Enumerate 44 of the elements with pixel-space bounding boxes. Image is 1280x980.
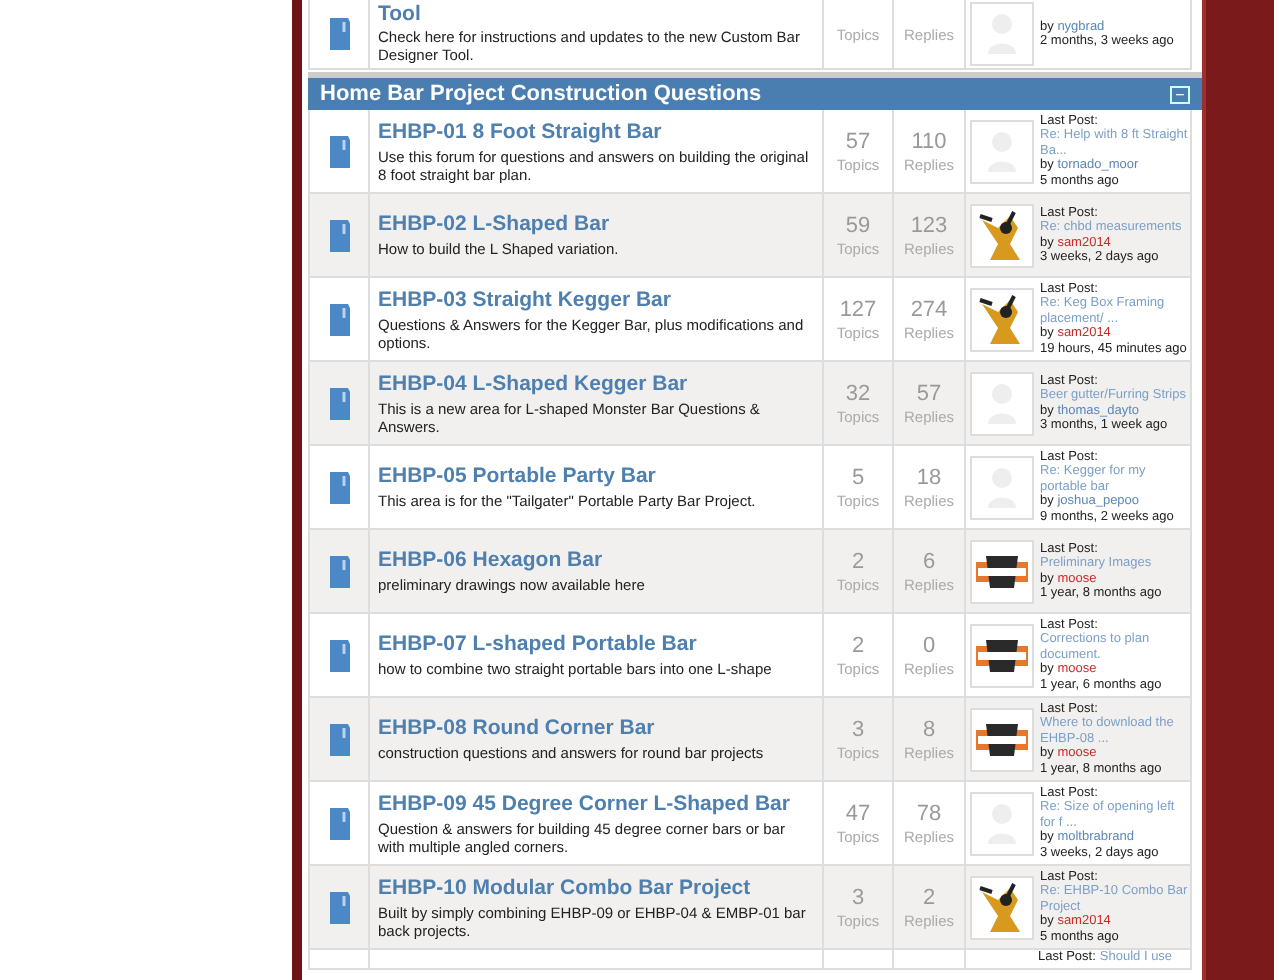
forum-title-link[interactable]: EHBP-02 L-Shaped Bar	[378, 212, 814, 236]
topics-count: 3	[851, 885, 865, 911]
forum-icon	[327, 469, 351, 505]
forum-icon	[327, 553, 351, 589]
replies-count: 6	[922, 549, 936, 575]
replies-count: 110	[911, 129, 947, 155]
replies-count: 2	[922, 885, 936, 911]
forum-icon	[327, 217, 351, 253]
forum-icon	[327, 385, 351, 421]
replies-count: 0	[922, 633, 936, 659]
topics-count: 5	[851, 465, 865, 491]
topics-count: 2	[851, 633, 865, 659]
section-title: Home Bar Project Construction Questions	[320, 82, 762, 106]
forum-title-link[interactable]: EHBP-06 Hexagon Bar	[378, 548, 814, 572]
topics-count: 59	[845, 213, 871, 239]
forum-icon	[327, 721, 351, 757]
replies-count: 57	[916, 381, 942, 407]
forum-title-link[interactable]: EHBP-07 L-shaped Portable Bar	[378, 632, 814, 656]
topics-count: 127	[839, 297, 877, 323]
forum-icon	[327, 889, 351, 925]
replies-count: 274	[910, 297, 948, 323]
topics-count: 57	[845, 129, 871, 155]
topics-count: 32	[845, 381, 871, 407]
forum-title-link[interactable]: EHBP-09 45 Degree Corner L-Shaped Bar	[378, 791, 814, 815]
forum-icon	[327, 133, 351, 169]
replies-count: 8	[922, 717, 936, 743]
forum-icon	[327, 805, 351, 841]
forum-icon	[327, 16, 351, 52]
forum-title-link[interactable]: EHBP-08 Round Corner Bar	[378, 716, 814, 740]
topics-count: 3	[851, 717, 865, 743]
forum-title-link[interactable]: EHBP-01 8 Foot Straight Bar	[378, 119, 814, 143]
collapse-button[interactable]: −	[1170, 85, 1190, 103]
forum-title-link[interactable]: EHBP-03 Straight Kegger Bar	[378, 287, 814, 311]
topics-count: 2	[851, 549, 865, 575]
forum-title-link[interactable]: EHBP-10 Modular Combo Bar Project	[378, 875, 814, 899]
forum-title-link[interactable]: EHBP-05 Portable Party Bar	[378, 464, 814, 488]
replies-count: 78	[916, 801, 942, 827]
forum-icon	[327, 637, 351, 673]
replies-count: 123	[910, 213, 948, 239]
forum-icon	[327, 301, 351, 337]
replies-count: 18	[916, 465, 942, 491]
topics-count: 47	[845, 801, 871, 827]
forum-title-link[interactable]: EHBP-04 L-Shaped Kegger Bar	[378, 371, 814, 395]
forum-title-link[interactable]: Tool	[378, 2, 814, 26]
